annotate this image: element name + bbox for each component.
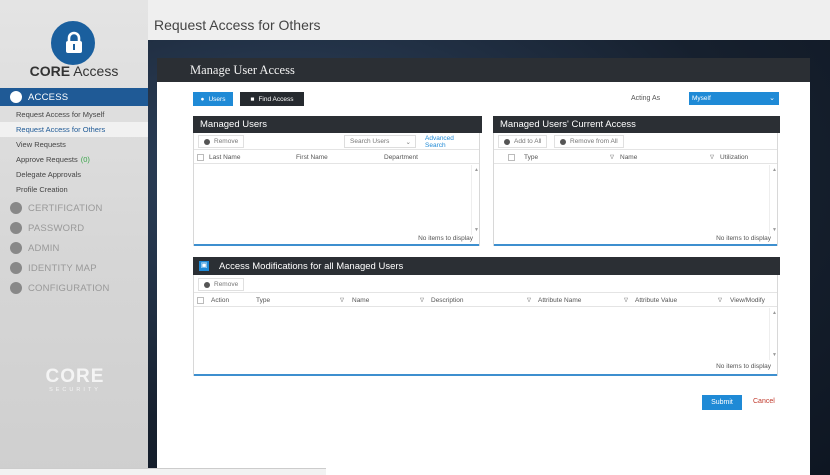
panel-header: Manage User Access (157, 58, 810, 82)
app-logo: CORE Access (0, 0, 148, 85)
sidebar-section-admin[interactable]: ADMIN (0, 239, 148, 257)
gear-icon (10, 242, 22, 254)
current-access-columns: Type ∇ Name ∇ Utilization (494, 151, 777, 164)
sidebar-item-approve-requests[interactable]: Approve Requests (0) (0, 152, 148, 167)
column-type[interactable]: Type (524, 154, 538, 161)
grid-footer-bar (194, 374, 777, 376)
chevron-down-icon: ⌄ (405, 138, 411, 146)
column-attribute-value[interactable]: Attribute Value (635, 297, 677, 304)
filter-icon[interactable]: ∇ (718, 297, 722, 304)
manage-user-access-panel: Manage User Access ● Users ■ Find Access A… (157, 58, 810, 475)
managed-users-scrollbar[interactable]: ▲ ▼ (471, 165, 479, 235)
sidebar: CORE Access ACCESS Request Access for My… (0, 0, 148, 475)
remove-button[interactable]: Remove (198, 135, 245, 148)
column-last-name[interactable]: Last Name (209, 154, 240, 161)
acting-as-label: Acting As (631, 95, 661, 102)
search-users-input[interactable]: Search Users ⌄ (344, 135, 416, 148)
sidebar-section-configuration[interactable]: CONFIGURATION (0, 279, 148, 297)
filter-icon[interactable]: ∇ (527, 297, 531, 304)
sidebar-section-password[interactable]: PASSWORD (0, 219, 148, 237)
advanced-search-link[interactable]: Advanced Search (420, 135, 479, 149)
managed-users-title: Managed Users (193, 116, 482, 133)
panel-title: Manage User Access (190, 63, 295, 77)
tab-users[interactable]: ● Users (193, 92, 233, 106)
managed-users-empty-text: No items to display (418, 235, 473, 242)
core-security-logo: CORE (45, 366, 105, 387)
sidebar-section-access[interactable]: ACCESS (0, 88, 148, 106)
remove-icon (204, 138, 210, 145)
core-security-tagline: SECURITY (49, 387, 101, 393)
column-name[interactable]: Name (620, 154, 637, 161)
current-access-title: Managed Users' Current Access (493, 116, 780, 133)
select-all-checkbox[interactable] (197, 297, 204, 304)
current-access-grid: Managed Users' Current Access Add to All… (493, 116, 780, 246)
access-modifications-header: ▣ Access Modifications for all Managed U… (193, 257, 780, 275)
column-name[interactable]: Name (352, 297, 369, 304)
remove-button[interactable]: Remove (198, 278, 245, 291)
remove-from-all-button[interactable]: Remove from All (554, 135, 624, 148)
filter-icon[interactable]: ∇ (624, 297, 628, 304)
column-description[interactable]: Description (431, 297, 464, 304)
approve-count-badge: (0) (80, 155, 90, 164)
sidebar-section-identity-map[interactable]: IDENTITY MAP (0, 259, 148, 277)
current-access-toolbar: Add to All Remove from All (494, 133, 777, 150)
managed-users-toolbar: Remove Search Users ⌄ Advanced Search (194, 133, 479, 150)
current-access-empty-text: No items to display (716, 235, 771, 242)
plus-icon (504, 138, 510, 145)
managed-users-grid: Managed Users Remove Search Users ⌄ Advan… (193, 116, 482, 246)
network-icon (10, 262, 22, 274)
column-first-name[interactable]: First Name (296, 154, 328, 161)
filter-icon[interactable]: ∇ (610, 154, 614, 161)
sidebar-item-view-requests[interactable]: View Requests (0, 137, 148, 152)
remove-icon (204, 281, 210, 288)
sidebar-section-certification[interactable]: CERTIFICATION (0, 199, 148, 217)
sidebar-item-profile-creation[interactable]: Profile Creation (0, 182, 148, 197)
add-to-all-button[interactable]: Add to All (498, 135, 548, 148)
tab-find-access[interactable]: ■ Find Access (240, 92, 304, 106)
cancel-link[interactable]: Cancel (753, 398, 775, 405)
check-circle-icon (10, 202, 22, 214)
modifications-empty-text: No items to display (716, 363, 771, 370)
column-utilization[interactable]: Utilization (720, 154, 748, 161)
managed-users-columns: Last Name First Name Department (194, 151, 479, 164)
column-view-modify[interactable]: View/Modify (730, 297, 765, 304)
access-modifications-grid: ▣ Access Modifications for all Managed U… (193, 257, 780, 376)
filter-icon[interactable]: ∇ (710, 154, 714, 161)
modifications-columns: Action Type ∇ Name ∇ Description ∇ Attri… (194, 294, 777, 307)
acting-as-select[interactable]: Myself ⌄ (689, 92, 779, 105)
sidebar-item-request-others[interactable]: Request Access for Others (0, 122, 148, 137)
lock-icon (10, 222, 22, 234)
filter-icon[interactable]: ∇ (420, 297, 424, 304)
filter-icon[interactable]: ∇ (340, 297, 344, 304)
modifications-toolbar: Remove (194, 276, 777, 293)
chevron-down-icon: ⌄ (769, 95, 775, 102)
user-circle-icon (10, 91, 22, 103)
remove-icon (560, 138, 566, 145)
grid-footer-bar (194, 244, 479, 246)
select-all-checkbox[interactable] (197, 154, 204, 161)
column-department[interactable]: Department (384, 154, 418, 161)
wrench-icon (10, 282, 22, 294)
status-strip (0, 468, 326, 475)
modifications-scrollbar[interactable]: ▲ ▼ (769, 308, 777, 360)
sidebar-item-request-myself[interactable]: Request Access for Myself (0, 107, 148, 122)
column-attribute-name[interactable]: Attribute Name (538, 297, 581, 304)
top-bar: Request Access for Others (148, 0, 830, 40)
select-all-checkbox[interactable] (508, 154, 515, 161)
brand-name: CORE Access (29, 63, 119, 79)
sidebar-item-delegate-approvals[interactable]: Delegate Approvals (0, 167, 148, 182)
current-access-scrollbar[interactable]: ▲ ▼ (769, 165, 777, 235)
page-title: Request Access for Others (154, 17, 321, 33)
grid-footer-bar (494, 244, 777, 246)
column-action[interactable]: Action (211, 297, 229, 304)
access-modifications-title: Access Modifications for all Managed Use… (219, 260, 404, 272)
lock-icon: ■ (250, 95, 255, 103)
lock-logo-icon (51, 21, 95, 65)
users-icon: ● (200, 95, 205, 103)
cart-icon: ▣ (199, 261, 209, 271)
column-type[interactable]: Type (256, 297, 270, 304)
submit-button[interactable]: Submit (702, 395, 742, 410)
